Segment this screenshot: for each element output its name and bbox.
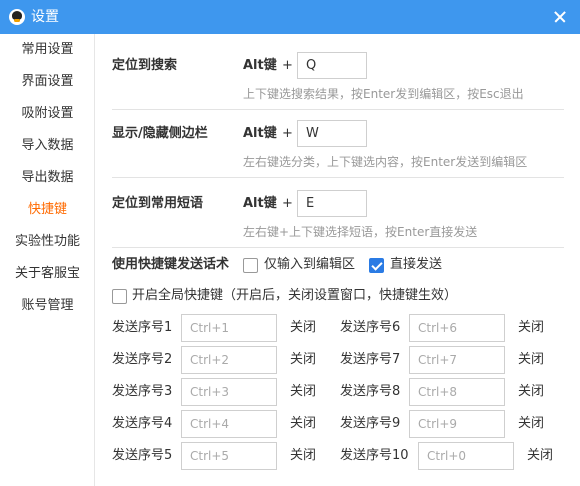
divider xyxy=(112,109,564,110)
send-slot-7-close[interactable]: 关闭 xyxy=(518,351,544,369)
shortcut-phrases-key-input[interactable]: E xyxy=(297,190,367,217)
send-slot-3-input[interactable]: Ctrl+3 xyxy=(181,378,277,406)
divider xyxy=(112,177,564,178)
send-slot-5-label: 发送序号5 xyxy=(112,448,173,463)
shortcut-phrases-hint: 左右键+上下键选择短语，按Enter直接发送 xyxy=(243,225,478,239)
send-slot-3-close[interactable]: 关闭 xyxy=(290,383,316,401)
shortcut-search-key-input[interactable]: Q xyxy=(297,52,367,79)
close-icon[interactable] xyxy=(540,0,580,34)
send-slot-4-label: 发送序号4 xyxy=(112,416,173,431)
shortcut-search-label: 定位到搜索 xyxy=(112,58,178,73)
send-slot-5-close[interactable]: 关闭 xyxy=(290,447,316,465)
edit-only-checkbox[interactable] xyxy=(243,258,258,273)
send-slot-6-input[interactable]: Ctrl+6 xyxy=(409,314,505,342)
title-bar: 设置 xyxy=(0,0,580,34)
divider xyxy=(112,247,564,248)
send-slot-8-close[interactable]: 关闭 xyxy=(518,383,544,401)
plus-sign: + xyxy=(282,58,293,73)
send-slot-2-label: 发送序号2 xyxy=(112,352,173,367)
send-slot-7-label: 发送序号7 xyxy=(340,352,401,367)
global-shortcut-checkbox[interactable] xyxy=(112,289,127,304)
global-shortcut-label[interactable]: 开启全局快捷键（开启后，关闭设置窗口，快捷键生效） xyxy=(132,287,457,305)
send-slot-2-input[interactable]: Ctrl+2 xyxy=(181,346,277,374)
send-slot-1-label: 发送序号1 xyxy=(112,320,173,335)
send-slot-2-close[interactable]: 关闭 xyxy=(290,351,316,369)
shortcut-sidebar-key-input[interactable]: W xyxy=(297,120,367,147)
send-slot-9-input[interactable]: Ctrl+9 xyxy=(409,410,505,438)
send-slot-4-input[interactable]: Ctrl+4 xyxy=(181,410,277,438)
penguin-logo-icon xyxy=(9,9,25,25)
send-slot-5-input[interactable]: Ctrl+5 xyxy=(181,442,277,470)
edit-only-label[interactable]: 仅输入到编辑区 xyxy=(264,256,355,274)
shortcut-sidebar-hint: 左右键选分类，上下键选内容，按Enter发送到编辑区 xyxy=(243,155,528,169)
send-slot-1-close[interactable]: 关闭 xyxy=(290,319,316,337)
send-slot-8-label: 发送序号8 xyxy=(340,384,401,399)
sidebar-item-account[interactable]: 账号管理 xyxy=(0,290,95,322)
send-slot-10-input[interactable]: Ctrl+0 xyxy=(418,442,514,470)
sidebar-item-shortcuts[interactable]: 快捷键 xyxy=(0,194,95,226)
shortcut-phrases-modifier: Alt键 xyxy=(243,196,277,211)
sidebar-item-about[interactable]: 关于客服宝 xyxy=(0,258,95,290)
sidebar-item-export[interactable]: 导出数据 xyxy=(0,162,95,194)
send-slot-6-label: 发送序号6 xyxy=(340,320,401,335)
send-slot-7-input[interactable]: Ctrl+7 xyxy=(409,346,505,374)
shortcut-sidebar-label: 显示/隐藏侧边栏 xyxy=(112,126,208,141)
send-slot-8-input[interactable]: Ctrl+8 xyxy=(409,378,505,406)
sidebar-item-snap[interactable]: 吸附设置 xyxy=(0,98,95,130)
send-slot-9-close[interactable]: 关闭 xyxy=(518,415,544,433)
sidebar-item-common[interactable]: 常用设置 xyxy=(0,34,95,66)
shortcut-search-modifier: Alt键 xyxy=(243,58,277,73)
send-slot-10-close[interactable]: 关闭 xyxy=(527,447,553,465)
send-slot-10-label: 发送序号10 xyxy=(340,448,409,463)
send-slot-3-label: 发送序号3 xyxy=(112,384,173,399)
shortcut-sidebar-modifier: Alt键 xyxy=(243,126,277,141)
sidebar-item-import[interactable]: 导入数据 xyxy=(0,130,95,162)
send-shortcut-label: 使用快捷键发送话术 xyxy=(112,257,230,272)
window-title: 设置 xyxy=(31,9,59,25)
sidebar-item-interface[interactable]: 界面设置 xyxy=(0,66,95,98)
plus-sign: + xyxy=(282,196,293,211)
shortcut-phrases-label: 定位到常用短语 xyxy=(112,196,204,211)
plus-sign: + xyxy=(282,126,293,141)
sidebar-item-experimental[interactable]: 实验性功能 xyxy=(0,226,95,258)
send-slot-1-input[interactable]: Ctrl+1 xyxy=(181,314,277,342)
shortcut-search-hint: 上下键选搜索结果，按Enter发到编辑区，按Esc退出 xyxy=(243,87,524,101)
sidebar: 常用设置 界面设置 吸附设置 导入数据 导出数据 快捷键 实验性功能 关于客服宝… xyxy=(0,34,95,486)
direct-send-checkbox[interactable] xyxy=(369,258,384,273)
shortcut-settings-panel: 定位到搜索 Alt键 + Q 上下键选搜索结果，按Enter发到编辑区，按Esc… xyxy=(96,34,580,486)
send-slot-4-close[interactable]: 关闭 xyxy=(290,415,316,433)
send-slot-6-close[interactable]: 关闭 xyxy=(518,319,544,337)
direct-send-label[interactable]: 直接发送 xyxy=(390,256,442,274)
send-slot-9-label: 发送序号9 xyxy=(340,416,401,431)
